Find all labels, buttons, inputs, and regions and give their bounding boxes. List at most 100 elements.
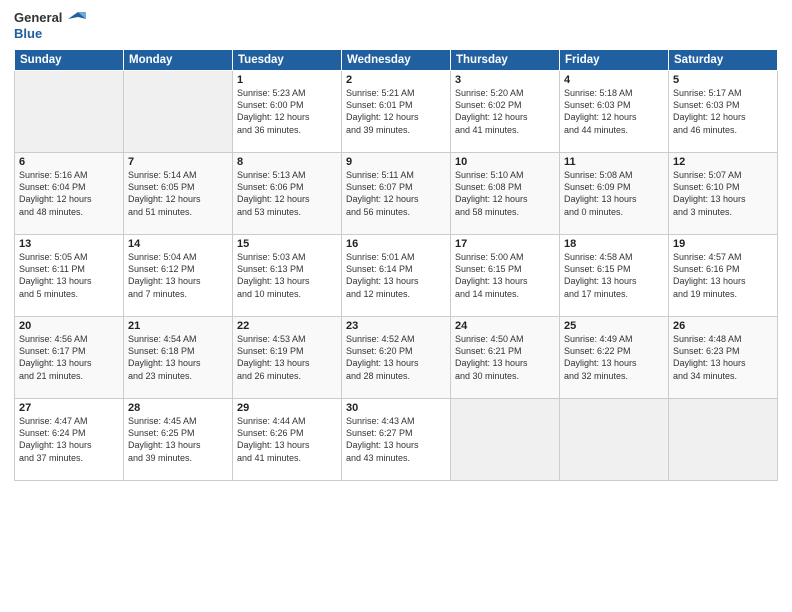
calendar-cell: 17Sunrise: 5:00 AM Sunset: 6:15 PM Dayli… bbox=[451, 235, 560, 317]
day-number: 13 bbox=[19, 238, 119, 250]
calendar-cell: 13Sunrise: 5:05 AM Sunset: 6:11 PM Dayli… bbox=[15, 235, 124, 317]
day-info: Sunrise: 4:48 AM Sunset: 6:23 PM Dayligh… bbox=[673, 333, 773, 382]
day-info: Sunrise: 5:16 AM Sunset: 6:04 PM Dayligh… bbox=[19, 169, 119, 218]
day-number: 16 bbox=[346, 238, 446, 250]
calendar-table: SundayMondayTuesdayWednesdayThursdayFrid… bbox=[14, 49, 778, 481]
weekday-header-sunday: Sunday bbox=[15, 50, 124, 71]
day-number: 10 bbox=[455, 156, 555, 168]
day-number: 5 bbox=[673, 74, 773, 86]
day-number: 17 bbox=[455, 238, 555, 250]
logo-text: General Blue bbox=[14, 10, 86, 41]
calendar-cell: 7Sunrise: 5:14 AM Sunset: 6:05 PM Daylig… bbox=[124, 153, 233, 235]
calendar-cell: 9Sunrise: 5:11 AM Sunset: 6:07 PM Daylig… bbox=[342, 153, 451, 235]
day-info: Sunrise: 4:44 AM Sunset: 6:26 PM Dayligh… bbox=[237, 415, 337, 464]
day-info: Sunrise: 4:58 AM Sunset: 6:15 PM Dayligh… bbox=[564, 251, 664, 300]
day-number: 3 bbox=[455, 74, 555, 86]
day-info: Sunrise: 5:01 AM Sunset: 6:14 PM Dayligh… bbox=[346, 251, 446, 300]
calendar-cell: 8Sunrise: 5:13 AM Sunset: 6:06 PM Daylig… bbox=[233, 153, 342, 235]
day-info: Sunrise: 5:14 AM Sunset: 6:05 PM Dayligh… bbox=[128, 169, 228, 218]
day-info: Sunrise: 5:23 AM Sunset: 6:00 PM Dayligh… bbox=[237, 87, 337, 136]
day-info: Sunrise: 5:13 AM Sunset: 6:06 PM Dayligh… bbox=[237, 169, 337, 218]
logo: General Blue bbox=[14, 10, 86, 41]
day-number: 23 bbox=[346, 320, 446, 332]
calendar-cell bbox=[669, 399, 778, 481]
calendar-cell: 26Sunrise: 4:48 AM Sunset: 6:23 PM Dayli… bbox=[669, 317, 778, 399]
calendar-cell: 27Sunrise: 4:47 AM Sunset: 6:24 PM Dayli… bbox=[15, 399, 124, 481]
day-number: 24 bbox=[455, 320, 555, 332]
calendar-cell: 14Sunrise: 5:04 AM Sunset: 6:12 PM Dayli… bbox=[124, 235, 233, 317]
day-number: 11 bbox=[564, 156, 664, 168]
calendar-cell: 2Sunrise: 5:21 AM Sunset: 6:01 PM Daylig… bbox=[342, 71, 451, 153]
day-info: Sunrise: 4:56 AM Sunset: 6:17 PM Dayligh… bbox=[19, 333, 119, 382]
calendar-cell: 1Sunrise: 5:23 AM Sunset: 6:00 PM Daylig… bbox=[233, 71, 342, 153]
calendar-cell bbox=[451, 399, 560, 481]
calendar-cell: 25Sunrise: 4:49 AM Sunset: 6:22 PM Dayli… bbox=[560, 317, 669, 399]
weekday-header-saturday: Saturday bbox=[669, 50, 778, 71]
day-info: Sunrise: 4:53 AM Sunset: 6:19 PM Dayligh… bbox=[237, 333, 337, 382]
day-info: Sunrise: 5:11 AM Sunset: 6:07 PM Dayligh… bbox=[346, 169, 446, 218]
day-number: 2 bbox=[346, 74, 446, 86]
calendar-cell: 18Sunrise: 4:58 AM Sunset: 6:15 PM Dayli… bbox=[560, 235, 669, 317]
calendar-cell: 19Sunrise: 4:57 AM Sunset: 6:16 PM Dayli… bbox=[669, 235, 778, 317]
day-number: 1 bbox=[237, 74, 337, 86]
day-info: Sunrise: 5:17 AM Sunset: 6:03 PM Dayligh… bbox=[673, 87, 773, 136]
calendar-cell: 11Sunrise: 5:08 AM Sunset: 6:09 PM Dayli… bbox=[560, 153, 669, 235]
calendar-cell: 6Sunrise: 5:16 AM Sunset: 6:04 PM Daylig… bbox=[15, 153, 124, 235]
calendar-cell: 21Sunrise: 4:54 AM Sunset: 6:18 PM Dayli… bbox=[124, 317, 233, 399]
day-number: 18 bbox=[564, 238, 664, 250]
weekday-header-tuesday: Tuesday bbox=[233, 50, 342, 71]
calendar-cell bbox=[560, 399, 669, 481]
day-info: Sunrise: 5:21 AM Sunset: 6:01 PM Dayligh… bbox=[346, 87, 446, 136]
calendar-cell: 20Sunrise: 4:56 AM Sunset: 6:17 PM Dayli… bbox=[15, 317, 124, 399]
day-number: 20 bbox=[19, 320, 119, 332]
calendar-cell bbox=[15, 71, 124, 153]
day-info: Sunrise: 5:08 AM Sunset: 6:09 PM Dayligh… bbox=[564, 169, 664, 218]
calendar-cell: 30Sunrise: 4:43 AM Sunset: 6:27 PM Dayli… bbox=[342, 399, 451, 481]
day-info: Sunrise: 5:05 AM Sunset: 6:11 PM Dayligh… bbox=[19, 251, 119, 300]
day-number: 19 bbox=[673, 238, 773, 250]
day-number: 27 bbox=[19, 402, 119, 414]
page-header: General Blue bbox=[14, 10, 778, 41]
week-row-3: 13Sunrise: 5:05 AM Sunset: 6:11 PM Dayli… bbox=[15, 235, 778, 317]
weekday-header-monday: Monday bbox=[124, 50, 233, 71]
day-info: Sunrise: 5:10 AM Sunset: 6:08 PM Dayligh… bbox=[455, 169, 555, 218]
day-info: Sunrise: 5:20 AM Sunset: 6:02 PM Dayligh… bbox=[455, 87, 555, 136]
calendar-cell: 22Sunrise: 4:53 AM Sunset: 6:19 PM Dayli… bbox=[233, 317, 342, 399]
day-info: Sunrise: 4:54 AM Sunset: 6:18 PM Dayligh… bbox=[128, 333, 228, 382]
day-number: 8 bbox=[237, 156, 337, 168]
calendar-cell: 23Sunrise: 4:52 AM Sunset: 6:20 PM Dayli… bbox=[342, 317, 451, 399]
day-info: Sunrise: 5:00 AM Sunset: 6:15 PM Dayligh… bbox=[455, 251, 555, 300]
week-row-5: 27Sunrise: 4:47 AM Sunset: 6:24 PM Dayli… bbox=[15, 399, 778, 481]
calendar-cell: 12Sunrise: 5:07 AM Sunset: 6:10 PM Dayli… bbox=[669, 153, 778, 235]
calendar-cell: 28Sunrise: 4:45 AM Sunset: 6:25 PM Dayli… bbox=[124, 399, 233, 481]
day-number: 4 bbox=[564, 74, 664, 86]
day-info: Sunrise: 4:43 AM Sunset: 6:27 PM Dayligh… bbox=[346, 415, 446, 464]
day-number: 29 bbox=[237, 402, 337, 414]
day-info: Sunrise: 4:52 AM Sunset: 6:20 PM Dayligh… bbox=[346, 333, 446, 382]
day-number: 7 bbox=[128, 156, 228, 168]
day-info: Sunrise: 4:45 AM Sunset: 6:25 PM Dayligh… bbox=[128, 415, 228, 464]
week-row-2: 6Sunrise: 5:16 AM Sunset: 6:04 PM Daylig… bbox=[15, 153, 778, 235]
weekday-header-friday: Friday bbox=[560, 50, 669, 71]
day-info: Sunrise: 4:50 AM Sunset: 6:21 PM Dayligh… bbox=[455, 333, 555, 382]
calendar-cell: 15Sunrise: 5:03 AM Sunset: 6:13 PM Dayli… bbox=[233, 235, 342, 317]
day-number: 30 bbox=[346, 402, 446, 414]
day-info: Sunrise: 4:47 AM Sunset: 6:24 PM Dayligh… bbox=[19, 415, 119, 464]
calendar-cell: 5Sunrise: 5:17 AM Sunset: 6:03 PM Daylig… bbox=[669, 71, 778, 153]
day-number: 9 bbox=[346, 156, 446, 168]
week-row-1: 1Sunrise: 5:23 AM Sunset: 6:00 PM Daylig… bbox=[15, 71, 778, 153]
calendar-cell bbox=[124, 71, 233, 153]
calendar-cell: 24Sunrise: 4:50 AM Sunset: 6:21 PM Dayli… bbox=[451, 317, 560, 399]
day-number: 15 bbox=[237, 238, 337, 250]
day-info: Sunrise: 5:04 AM Sunset: 6:12 PM Dayligh… bbox=[128, 251, 228, 300]
calendar-cell: 29Sunrise: 4:44 AM Sunset: 6:26 PM Dayli… bbox=[233, 399, 342, 481]
day-number: 25 bbox=[564, 320, 664, 332]
calendar-cell: 4Sunrise: 5:18 AM Sunset: 6:03 PM Daylig… bbox=[560, 71, 669, 153]
day-info: Sunrise: 5:18 AM Sunset: 6:03 PM Dayligh… bbox=[564, 87, 664, 136]
day-info: Sunrise: 4:49 AM Sunset: 6:22 PM Dayligh… bbox=[564, 333, 664, 382]
day-number: 26 bbox=[673, 320, 773, 332]
week-row-4: 20Sunrise: 4:56 AM Sunset: 6:17 PM Dayli… bbox=[15, 317, 778, 399]
calendar-cell: 16Sunrise: 5:01 AM Sunset: 6:14 PM Dayli… bbox=[342, 235, 451, 317]
calendar-cell: 3Sunrise: 5:20 AM Sunset: 6:02 PM Daylig… bbox=[451, 71, 560, 153]
day-number: 21 bbox=[128, 320, 228, 332]
